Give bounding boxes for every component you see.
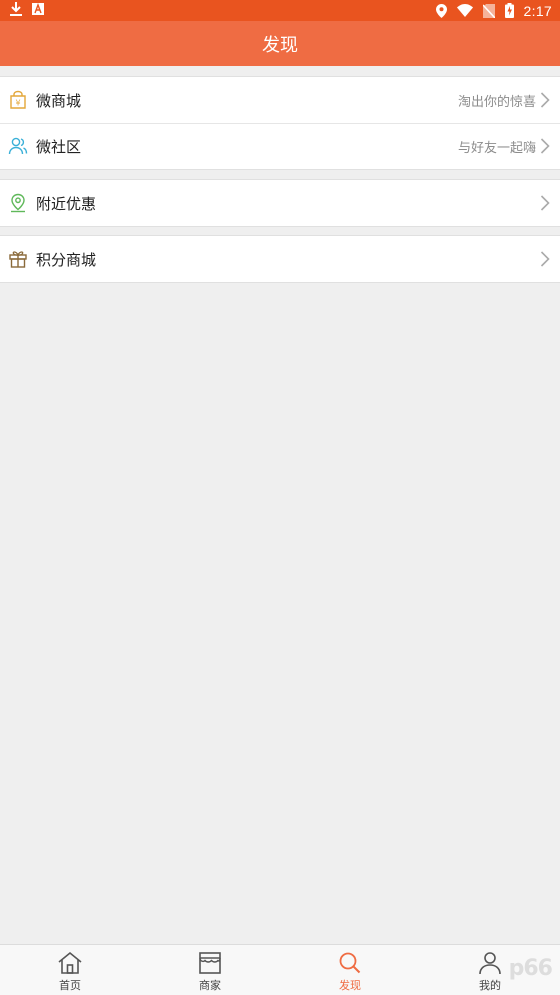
watermark-logo: p66 <box>508 956 553 981</box>
menu-item-label: 微商城 <box>36 91 82 110</box>
gift-icon <box>8 249 28 269</box>
menu-item-label: 积分商城 <box>36 250 97 269</box>
tab-label: 商家 <box>199 979 221 992</box>
tab-label: 发现 <box>339 979 361 992</box>
menu-group-1: ¥ 微商城 淘出你的惊喜 微社区 与好友一起嗨 <box>0 76 560 170</box>
menu-item-micro-mall[interactable]: ¥ 微商城 淘出你的惊喜 <box>0 77 560 123</box>
tab-merchants[interactable]: 商家 <box>140 945 280 995</box>
menu-item-subtitle: 与好友一起嗨 <box>457 140 536 156</box>
chevron-right-icon <box>540 91 552 109</box>
user-icon <box>477 951 503 977</box>
menu-item-points-mall[interactable]: 积分商城 <box>0 236 560 282</box>
wifi-icon <box>456 4 473 17</box>
chevron-right-icon <box>540 194 552 212</box>
home-icon <box>57 951 83 977</box>
battery-charging-icon <box>504 3 514 18</box>
title-bar: 发现 <box>0 21 560 66</box>
location-icon <box>435 3 447 18</box>
svg-text:¥: ¥ <box>15 99 20 108</box>
clock-time: 2:17 <box>523 2 552 19</box>
menu-group-2: 附近优惠 <box>0 179 560 227</box>
notification-a-icon <box>32 2 44 19</box>
menu-group-3: 积分商城 <box>0 235 560 283</box>
tab-home[interactable]: 首页 <box>0 945 140 995</box>
menu-item-micro-community[interactable]: 微社区 与好友一起嗨 <box>0 123 560 169</box>
download-icon <box>10 1 22 20</box>
chevron-right-icon <box>540 250 552 268</box>
status-bar: 2:17 <box>0 0 560 21</box>
users-icon <box>8 136 28 156</box>
store-icon <box>197 951 223 977</box>
menu-item-label: 微社区 <box>36 137 82 156</box>
tab-discover[interactable]: 发现 <box>280 945 420 995</box>
menu-item-subtitle: 淘出你的惊喜 <box>457 94 536 110</box>
chevron-right-icon <box>540 137 552 155</box>
shopping-bag-yen-icon: ¥ <box>8 90 28 110</box>
menu-item-label: 附近优惠 <box>36 194 97 213</box>
menu-item-nearby-deals[interactable]: 附近优惠 <box>0 180 560 226</box>
no-sim-icon <box>482 3 495 18</box>
bottom-tab-bar: 首页 商家 发现 我的 <box>0 944 560 995</box>
search-icon <box>337 951 363 977</box>
location-pin-icon <box>8 193 28 213</box>
tab-label: 首页 <box>59 979 81 992</box>
page-title: 发现 <box>262 34 298 56</box>
tab-label: 我的 <box>479 979 501 992</box>
